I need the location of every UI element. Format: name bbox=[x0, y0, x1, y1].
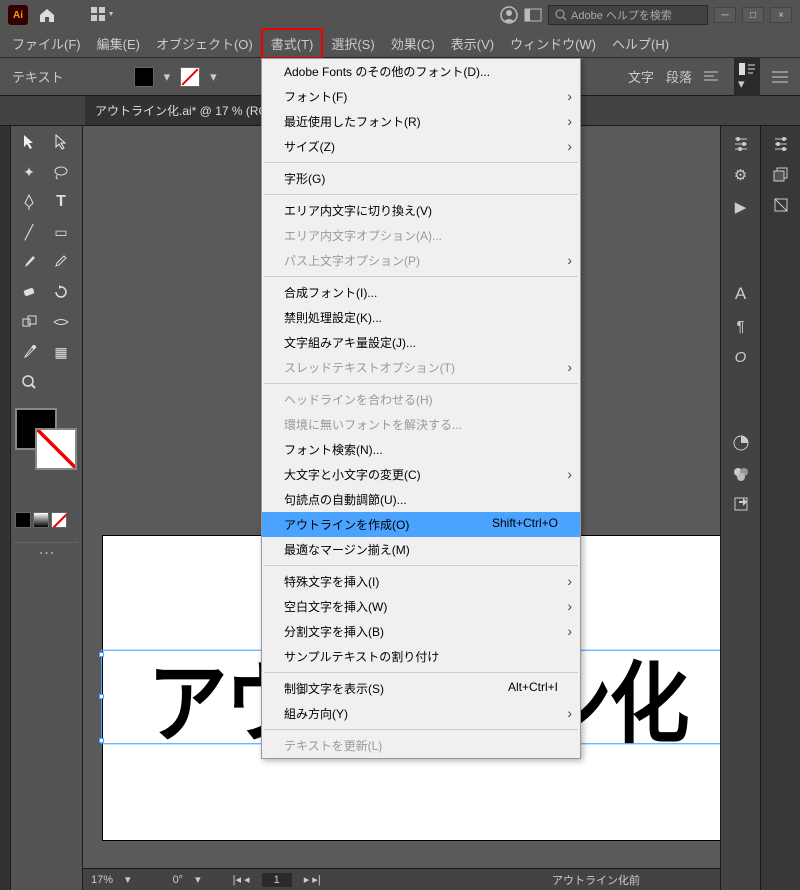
color-mode-swatches[interactable] bbox=[15, 512, 78, 528]
menu-item[interactable]: Adobe Fonts のその他のフォント(D)... bbox=[262, 59, 580, 84]
menu-item: エリア内文字オプション(A)... bbox=[262, 223, 580, 248]
menu-表示[interactable]: 表示(V) bbox=[443, 30, 502, 57]
gradient-tool[interactable]: ▦ bbox=[47, 340, 75, 364]
rotation-angle[interactable]: 0° bbox=[173, 874, 184, 886]
menu-ウィンドウ[interactable]: ウィンドウ(W) bbox=[502, 30, 604, 57]
menu-item[interactable]: サイズ(Z) bbox=[262, 134, 580, 159]
menu-item[interactable]: 特殊文字を挿入(I) bbox=[262, 569, 580, 594]
color-icon[interactable] bbox=[732, 434, 750, 452]
menu-item[interactable]: 大文字と小文字の変更(C) bbox=[262, 462, 580, 487]
magic-wand-tool[interactable]: ✦ bbox=[15, 160, 43, 184]
menu-オブジェクト[interactable]: オブジェクト(O) bbox=[148, 30, 261, 57]
menu-ヘルプ[interactable]: ヘルプ(H) bbox=[604, 30, 677, 57]
menu-item[interactable]: フォント検索(N)... bbox=[262, 437, 580, 462]
zoom-tool[interactable] bbox=[15, 370, 43, 394]
menu-item[interactable]: 句読点の自動調節(U)... bbox=[262, 487, 580, 512]
paragraph-icon[interactable]: ¶ bbox=[736, 318, 744, 335]
menu-item[interactable]: 最適なマージン揃え(M) bbox=[262, 537, 580, 562]
menu-item[interactable]: 字形(G) bbox=[262, 166, 580, 191]
character-panel-link[interactable]: 文字 bbox=[628, 67, 654, 86]
rectangle-tool[interactable]: ▭ bbox=[47, 220, 75, 244]
menu-item[interactable]: フォント(F) bbox=[262, 84, 580, 109]
menu-item[interactable]: 組み方向(Y) bbox=[262, 701, 580, 726]
fill-swatch[interactable] bbox=[134, 67, 154, 87]
maximize-button[interactable]: □ bbox=[742, 7, 764, 23]
width-tool[interactable] bbox=[47, 310, 75, 334]
color-guide-icon[interactable] bbox=[732, 466, 750, 482]
artboard-page[interactable]: 1 bbox=[262, 873, 292, 887]
object-type-label: テキスト bbox=[12, 67, 64, 86]
minimize-button[interactable]: ─ bbox=[714, 7, 736, 23]
eyedropper-tool[interactable] bbox=[15, 340, 43, 364]
menu-item: ヘッドラインを合わせる(H) bbox=[262, 387, 580, 412]
menu-item: パス上文字オプション(P) bbox=[262, 248, 580, 273]
menu-item[interactable]: エリア内文字に切り換え(V) bbox=[262, 198, 580, 223]
stroke-swatch[interactable] bbox=[180, 67, 200, 87]
hamburger-icon[interactable] bbox=[772, 71, 788, 83]
menu-item[interactable]: 分割文字を挿入(B) bbox=[262, 619, 580, 644]
selection-tool[interactable] bbox=[15, 130, 43, 154]
menu-書式[interactable]: 書式(T) bbox=[261, 28, 324, 59]
menu-選択[interactable]: 選択(S) bbox=[323, 30, 382, 57]
menu-item[interactable]: サンプルテキストの割り付け bbox=[262, 644, 580, 669]
libraries-icon[interactable] bbox=[772, 136, 790, 152]
panel-dock-right bbox=[760, 126, 800, 890]
gear-icon[interactable]: ⚙ bbox=[734, 166, 747, 184]
menu-item[interactable]: 禁則処理設定(K)... bbox=[262, 305, 580, 330]
panel-dock-left: ⚙ ▶ A ¶ O bbox=[720, 126, 760, 890]
toolbox: ✦ T ╱▭ ▦ ⋯ bbox=[11, 126, 83, 890]
menu-item: テキストを更新(L) bbox=[262, 733, 580, 758]
direct-selection-tool[interactable] bbox=[47, 130, 75, 154]
swatches-icon[interactable] bbox=[772, 196, 790, 214]
status-mode: アウトライン化前 bbox=[552, 872, 640, 888]
paragraph-panel-link[interactable]: 段落 bbox=[666, 67, 692, 86]
menu-item[interactable]: 文字組みアキ量設定(J)... bbox=[262, 330, 580, 355]
character-icon[interactable]: A bbox=[735, 284, 746, 304]
opentype-icon[interactable]: O bbox=[735, 349, 747, 366]
menu-item: スレッドテキストオプション(T) bbox=[262, 355, 580, 380]
title-bar: Ai Adobe ヘルプを検索 ─ □ × bbox=[0, 0, 800, 30]
lasso-tool[interactable] bbox=[47, 160, 75, 184]
menu-item[interactable]: 制御文字を表示(S)Alt+Ctrl+I bbox=[262, 676, 580, 701]
app-icon: Ai bbox=[8, 5, 28, 25]
menu-item[interactable]: 空白文字を挿入(W) bbox=[262, 594, 580, 619]
layers-icon[interactable] bbox=[772, 166, 790, 182]
paintbrush-tool[interactable] bbox=[15, 250, 43, 274]
menu-item[interactable]: アウトラインを作成(O)Shift+Ctrl+O bbox=[262, 512, 580, 537]
type-menu-dropdown: Adobe Fonts のその他のフォント(D)...フォント(F)最近使用した… bbox=[261, 58, 581, 759]
chevron-down-icon[interactable]: ▾ bbox=[164, 69, 171, 85]
close-button[interactable]: × bbox=[770, 7, 792, 23]
workspace-switcher-icon[interactable] bbox=[91, 7, 115, 23]
menu-ファイル[interactable]: ファイル(F) bbox=[4, 30, 89, 57]
zoom-level[interactable]: 17% bbox=[91, 874, 113, 886]
menu-bar: ファイル(F)編集(E)オブジェクト(O)書式(T)選択(S)効果(C)表示(V… bbox=[0, 30, 800, 58]
chevron-down-icon[interactable]: ▾ bbox=[210, 69, 217, 85]
pencil-tool[interactable] bbox=[47, 250, 75, 274]
home-icon[interactable] bbox=[38, 7, 56, 23]
menu-item: 環境に無いフォントを解決する... bbox=[262, 412, 580, 437]
align-icon[interactable] bbox=[704, 70, 722, 84]
properties-icon[interactable] bbox=[732, 136, 750, 152]
menu-item[interactable]: 合成フォント(I)... bbox=[262, 280, 580, 305]
rotate-tool[interactable] bbox=[47, 280, 75, 304]
line-tool[interactable]: ╱ bbox=[15, 220, 43, 244]
type-tool[interactable]: T bbox=[47, 190, 75, 214]
menu-編集[interactable]: 編集(E) bbox=[89, 30, 148, 57]
paragraph-style-icon[interactable]: ▾ bbox=[734, 58, 760, 96]
stroke-color[interactable] bbox=[35, 428, 77, 470]
menu-効果[interactable]: 効果(C) bbox=[383, 30, 443, 57]
status-bar: 17%▾ 0°▾ |◂ ◂ 1 ▸ ▸| アウトライン化前 bbox=[83, 868, 720, 890]
eraser-tool[interactable] bbox=[15, 280, 43, 304]
scale-tool[interactable] bbox=[15, 310, 43, 334]
play-icon[interactable]: ▶ bbox=[735, 198, 747, 216]
help-search-input[interactable]: Adobe ヘルプを検索 bbox=[548, 5, 708, 25]
menu-item[interactable]: 最近使用したフォント(R) bbox=[262, 109, 580, 134]
user-icon[interactable] bbox=[500, 6, 518, 24]
export-icon[interactable] bbox=[733, 496, 749, 512]
pen-tool[interactable] bbox=[15, 190, 43, 214]
arrange-icon[interactable] bbox=[524, 8, 542, 22]
